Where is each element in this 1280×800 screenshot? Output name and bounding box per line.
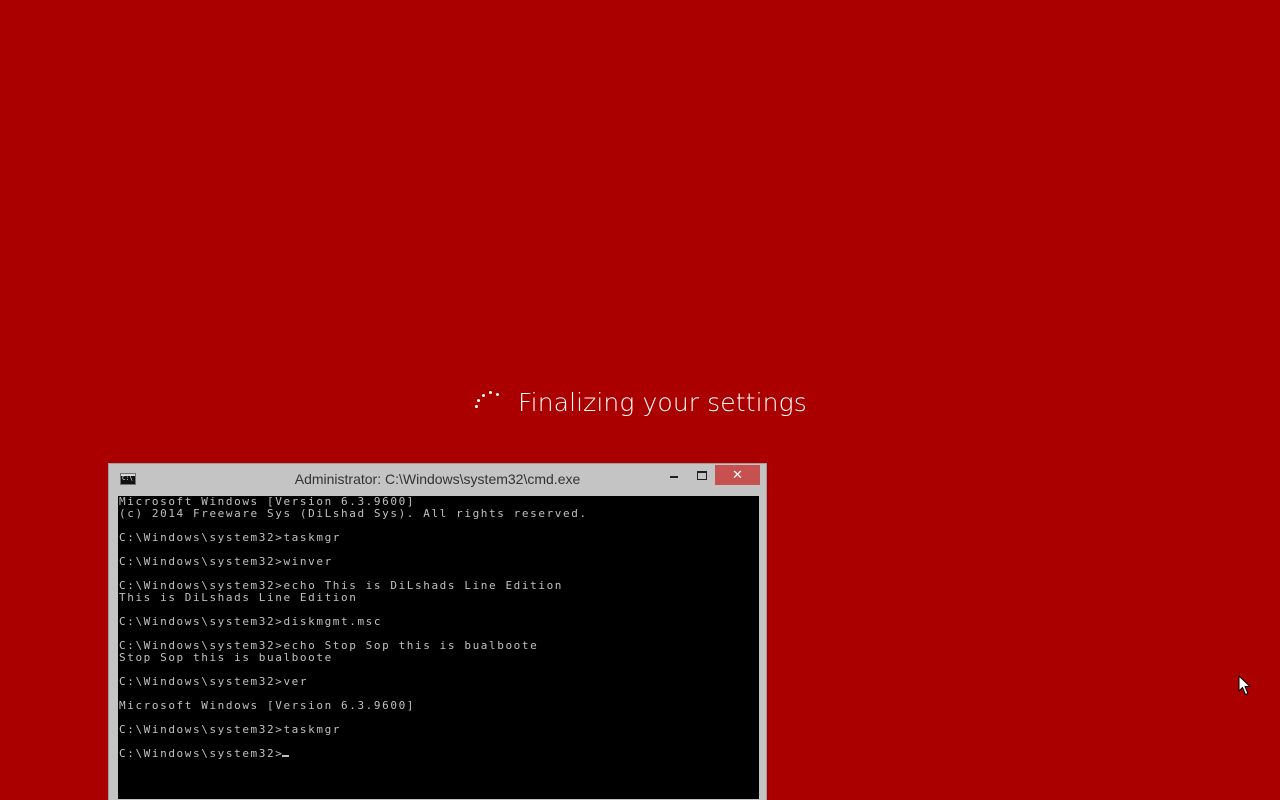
close-icon: ✕ (732, 467, 743, 483)
cmd-window[interactable]: Administrator: C:\Windows\system32\cmd.e… (108, 463, 767, 800)
setup-status: Finalizing your settings (470, 380, 807, 424)
console-cursor (282, 755, 290, 757)
cmd-titlebar[interactable]: Administrator: C:\Windows\system32\cmd.e… (109, 464, 766, 496)
maximize-button[interactable] (689, 465, 715, 485)
console-output: Microsoft Windows [Version 6.3.9600] (c)… (118, 496, 759, 760)
minimize-icon (670, 476, 678, 478)
arrow-cursor-icon (1238, 675, 1251, 695)
loading-dots-icon (470, 384, 506, 420)
setup-status-text: Finalizing your settings (518, 387, 807, 417)
cmd-console[interactable]: Microsoft Windows [Version 6.3.9600] (c)… (118, 496, 759, 799)
minimize-button[interactable] (661, 465, 687, 485)
maximize-icon (697, 470, 707, 480)
console-text: Microsoft Windows [Version 6.3.9600] (c)… (119, 496, 588, 760)
close-button[interactable]: ✕ (715, 465, 760, 485)
